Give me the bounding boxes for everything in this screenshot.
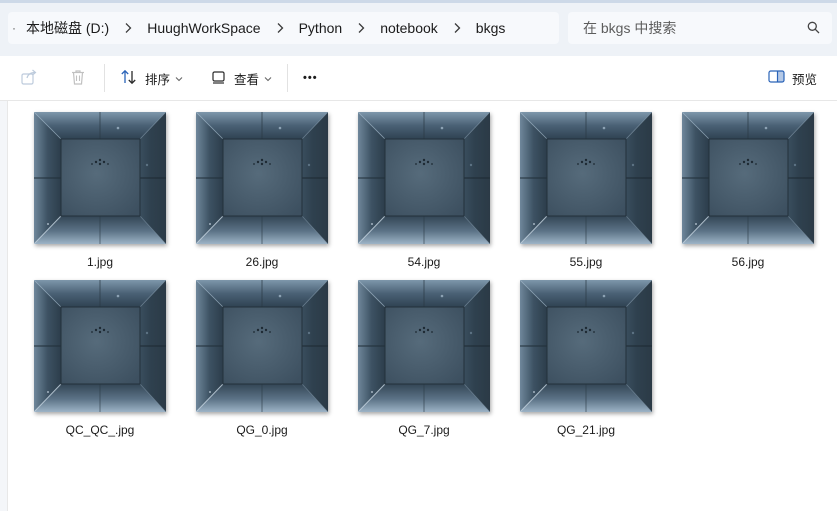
file-item[interactable]: QG_7.jpg [358,280,492,440]
search-icon[interactable] [807,21,820,37]
search-input[interactable]: 在 bkgs 中搜索 [568,12,832,44]
image-thumbnail [358,280,490,412]
search-placeholder: 在 bkgs 中搜索 [583,20,677,36]
breadcrumb[interactable]: · 本地磁盘 (D:) HuughWorkSpace Python notebo… [8,12,559,44]
sort-button[interactable]: 排序 [120,56,183,100]
view-button[interactable]: 查看 [211,56,272,100]
file-item[interactable]: QG_21.jpg [520,280,654,440]
view-icon [211,69,227,88]
address-bar-region: · 本地磁盘 (D:) HuughWorkSpace Python notebo… [0,0,837,56]
chevron-right-icon[interactable] [444,22,470,34]
title-bar-edge [0,0,837,3]
file-item[interactable]: 55.jpg [520,112,654,272]
view-label: 查看 [234,72,260,87]
toolbar-divider [287,64,288,92]
image-thumbnail [34,280,166,412]
share-button[interactable] [20,56,38,100]
file-name: 26.jpg [245,255,279,269]
share-icon [20,68,38,89]
chevron-down-icon [175,71,183,85]
image-thumbnail [34,112,166,244]
image-thumbnail [520,280,652,412]
preview-pane-icon [768,69,785,87]
delete-button[interactable] [69,56,87,100]
breadcrumb-item-notebook[interactable]: notebook [374,20,444,36]
command-bar: 排序 查看 ••• 预览 [0,56,837,101]
breadcrumb-item-python[interactable]: Python [293,20,349,36]
breadcrumb-item-workspace[interactable]: HuughWorkSpace [141,20,266,36]
file-item[interactable]: 54.jpg [358,112,492,272]
file-name: 1.jpg [86,255,114,269]
breadcrumb-item-drive[interactable]: 本地磁盘 (D:) [20,18,115,38]
file-item[interactable]: QC_QC_.jpg [34,280,168,440]
file-item[interactable]: QG_0.jpg [196,280,330,440]
toolbar-divider [104,64,105,92]
sort-label: 排序 [145,72,171,87]
breadcrumb-item-bkgs[interactable]: bkgs [470,20,512,36]
trash-icon [69,68,87,89]
image-thumbnail [682,112,814,244]
image-thumbnail [520,112,652,244]
image-thumbnail [196,280,328,412]
chevron-right-icon[interactable] [348,22,374,34]
navigation-pane-edge[interactable] [0,101,8,511]
more-icon: ••• [303,72,318,84]
file-name: QG_7.jpg [398,423,450,437]
more-options-button[interactable]: ••• [303,56,318,100]
preview-pane-button[interactable]: 预览 [768,56,817,100]
file-item[interactable]: 56.jpg [682,112,816,272]
file-item[interactable]: 1.jpg [34,112,168,272]
breadcrumb-overflow-dot[interactable]: · [8,21,20,35]
file-name: 55.jpg [569,255,603,269]
image-thumbnail [358,112,490,244]
chevron-right-icon[interactable] [115,22,141,34]
sort-icon [120,69,138,88]
preview-label: 预览 [792,72,818,87]
file-name: 54.jpg [407,255,441,269]
file-name: QG_0.jpg [236,423,288,437]
chevron-down-icon [264,71,272,85]
file-name: 56.jpg [731,255,765,269]
file-item[interactable]: 26.jpg [196,112,330,272]
file-name: QC_QC_.jpg [65,423,135,437]
chevron-right-icon[interactable] [267,22,293,34]
file-name: QG_21.jpg [556,423,616,437]
image-thumbnail [196,112,328,244]
